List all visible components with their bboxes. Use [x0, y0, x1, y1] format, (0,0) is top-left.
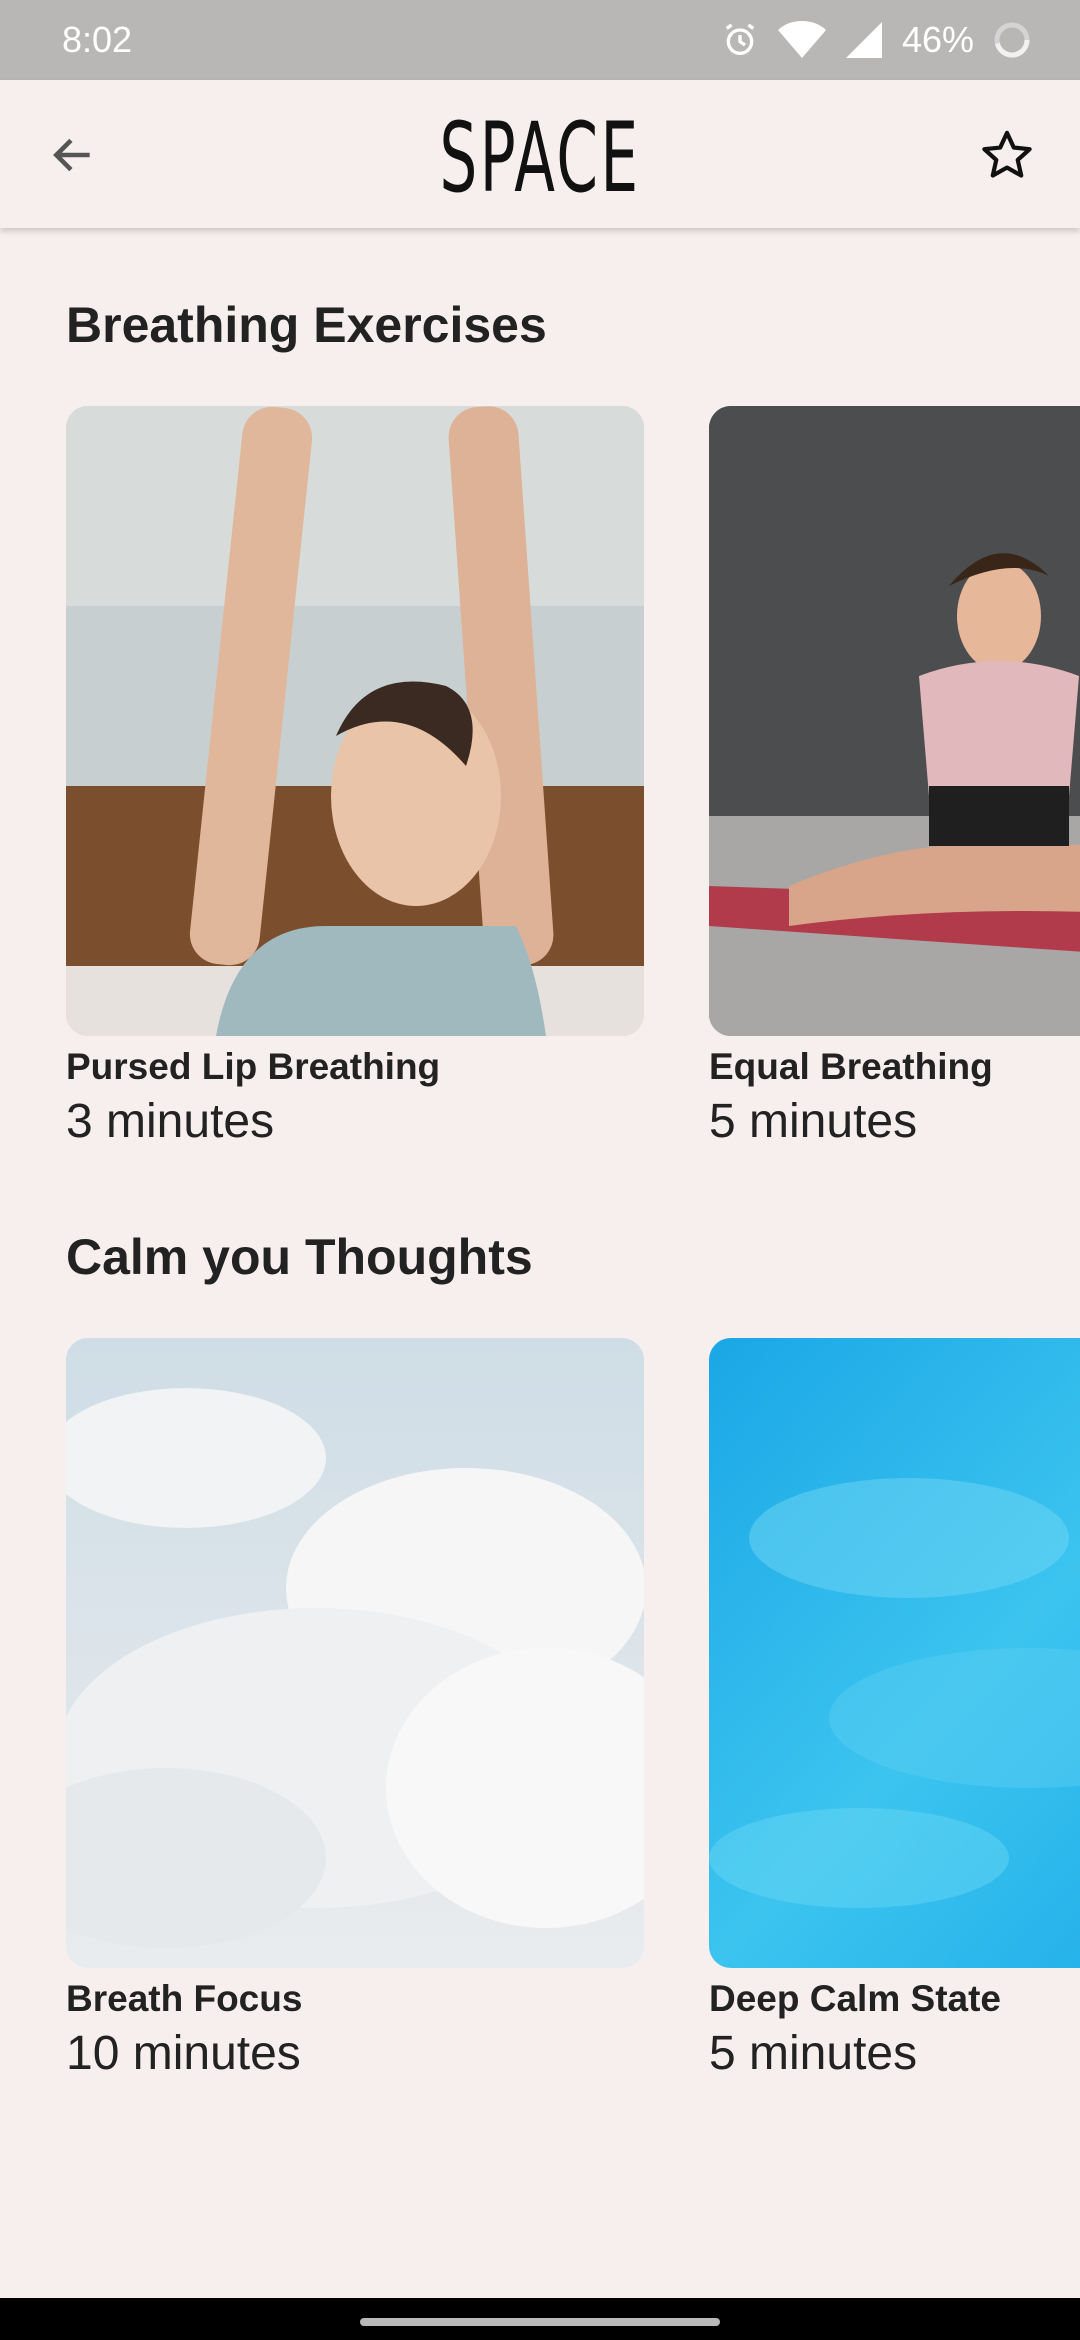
card-image [709, 406, 1080, 1036]
status-bar: 8:02 46% [0, 0, 1080, 80]
star-outline-icon [979, 127, 1035, 188]
card-duration: 5 minutes [709, 2027, 918, 2080]
status-icons: 46% [720, 19, 1032, 61]
system-nav-bar [0, 2298, 1080, 2340]
card-duration: 5 minutes [709, 1095, 918, 1148]
battery-icon [992, 20, 1032, 60]
card-breath-focus[interactable]: Breath Focus 10 minutes [66, 1338, 644, 2081]
signal-icon [844, 20, 884, 60]
card-title: Equal Breathing [709, 1046, 993, 1087]
wifi-icon [777, 20, 826, 60]
card-title: Breath Focus [66, 1978, 303, 2019]
arrow-left-icon [48, 130, 98, 185]
card-image [709, 1338, 1080, 1968]
battery-percent: 46% [901, 19, 974, 60]
section-title-calm: Calm you Thoughts [66, 1229, 533, 1285]
section-title-breathing: Breathing Exercises [66, 297, 547, 353]
card-equal-breathing[interactable]: Equal Breathing 5 minutes [709, 406, 1080, 1149]
alarm-icon [720, 20, 760, 60]
app-title: SPACE [439, 102, 641, 214]
content[interactable]: Breathing Exercises Pursed Lip Breathing… [0, 228, 1080, 2298]
card-pursed-lip-breathing[interactable]: Pursed Lip Breathing 3 minutes [66, 406, 644, 1149]
card-deep-calm-state[interactable]: Deep Calm State 5 minutes [709, 1338, 1080, 2081]
back-button[interactable] [30, 114, 116, 200]
home-handle[interactable] [360, 2318, 720, 2326]
card-title: Pursed Lip Breathing [66, 1046, 441, 1087]
favorite-button[interactable] [964, 114, 1050, 200]
card-image [66, 406, 644, 1036]
card-duration: 3 minutes [66, 1095, 275, 1148]
app-bar: SPACE [0, 80, 1080, 228]
card-title: Deep Calm State [709, 1978, 1001, 2019]
card-duration: 10 minutes [66, 2027, 301, 2080]
card-image [66, 1338, 644, 1968]
status-time: 8:02 [62, 19, 133, 60]
